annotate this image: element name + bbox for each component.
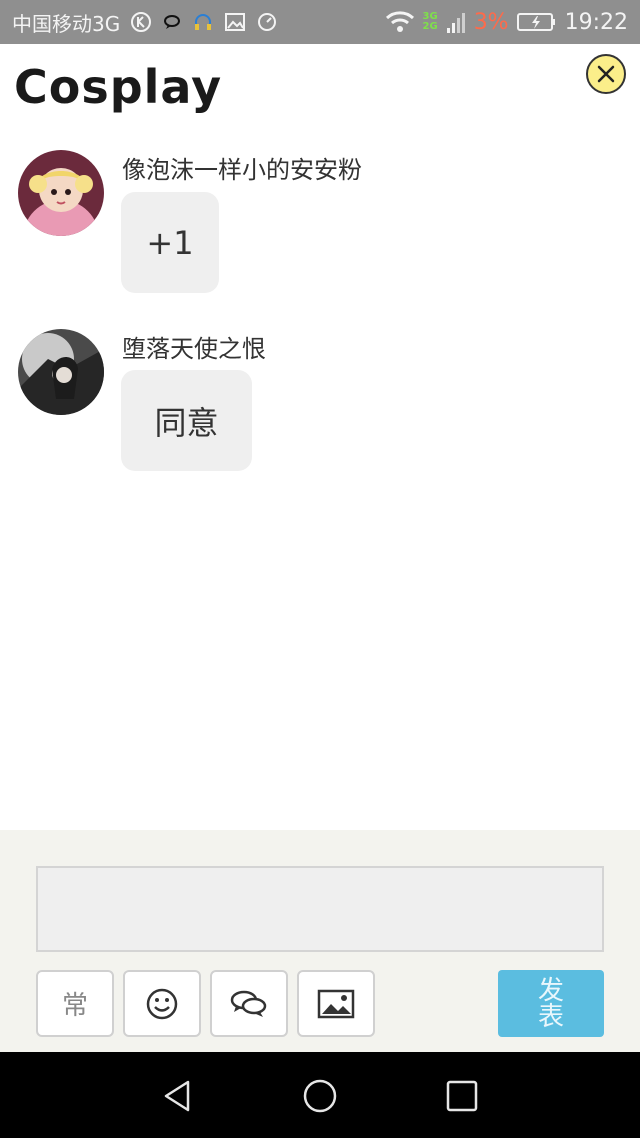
status-bar-right: 3G 2G 3% 19:22 bbox=[385, 0, 628, 44]
image-button[interactable] bbox=[297, 970, 375, 1037]
close-icon bbox=[597, 65, 615, 83]
status-bar-left: 中国移动3G bbox=[12, 0, 278, 44]
send-button-label: 发表 bbox=[537, 975, 564, 1032]
wifi-icon bbox=[385, 10, 415, 34]
message-bubble: +1 bbox=[121, 192, 219, 293]
battery-percent: 3% bbox=[473, 9, 509, 35]
avatar[interactable] bbox=[18, 150, 104, 236]
network-type: 3G 2G bbox=[423, 12, 438, 32]
chat-icon bbox=[230, 990, 267, 1017]
home-button[interactable] bbox=[300, 1076, 340, 1116]
back-button[interactable] bbox=[158, 1076, 198, 1116]
emoji-icon bbox=[146, 988, 178, 1019]
sender-name: 像泡沫一样小的安安粉 bbox=[122, 156, 362, 184]
k-icon bbox=[130, 11, 152, 33]
navigation-bar bbox=[0, 1052, 640, 1138]
avatar[interactable] bbox=[18, 329, 104, 415]
send-button[interactable]: 发表 bbox=[498, 970, 604, 1037]
image-icon bbox=[317, 989, 355, 1018]
recents-icon bbox=[446, 1080, 478, 1112]
chat-message: 像泡沫一样小的安安粉 +1 bbox=[18, 150, 618, 300]
recents-button[interactable] bbox=[442, 1076, 482, 1116]
chat-button[interactable] bbox=[210, 970, 288, 1037]
composer: 常 发表 bbox=[0, 830, 640, 1052]
gallery-icon bbox=[224, 11, 246, 33]
signal-icon bbox=[446, 10, 466, 34]
network-type-bottom: 2G bbox=[422, 21, 438, 32]
common-phrases-icon: 常 bbox=[61, 991, 88, 1021]
speedometer-icon bbox=[256, 11, 278, 33]
emoji-button[interactable] bbox=[123, 970, 201, 1037]
headset-icon bbox=[192, 11, 214, 33]
battery-charging-icon bbox=[516, 11, 557, 33]
clock: 19:22 bbox=[564, 9, 628, 35]
status-bar: 中国移动3G 3G 2G 3% 19:22 bbox=[0, 0, 640, 44]
back-icon bbox=[164, 1080, 190, 1112]
sender-name: 堕落天使之恨 bbox=[122, 335, 266, 363]
close-button[interactable] bbox=[586, 54, 626, 94]
message-bubble-icon bbox=[162, 12, 182, 32]
carrier-label: 中国移动3G bbox=[12, 11, 121, 36]
page-title: Cosplay bbox=[14, 60, 223, 114]
home-icon bbox=[303, 1079, 337, 1113]
common-phrases-button[interactable]: 常 bbox=[36, 970, 114, 1037]
message-input[interactable] bbox=[36, 866, 604, 952]
message-bubble: 同意 bbox=[121, 370, 252, 471]
chat-message: 堕落天使之恨 同意 bbox=[18, 329, 618, 479]
